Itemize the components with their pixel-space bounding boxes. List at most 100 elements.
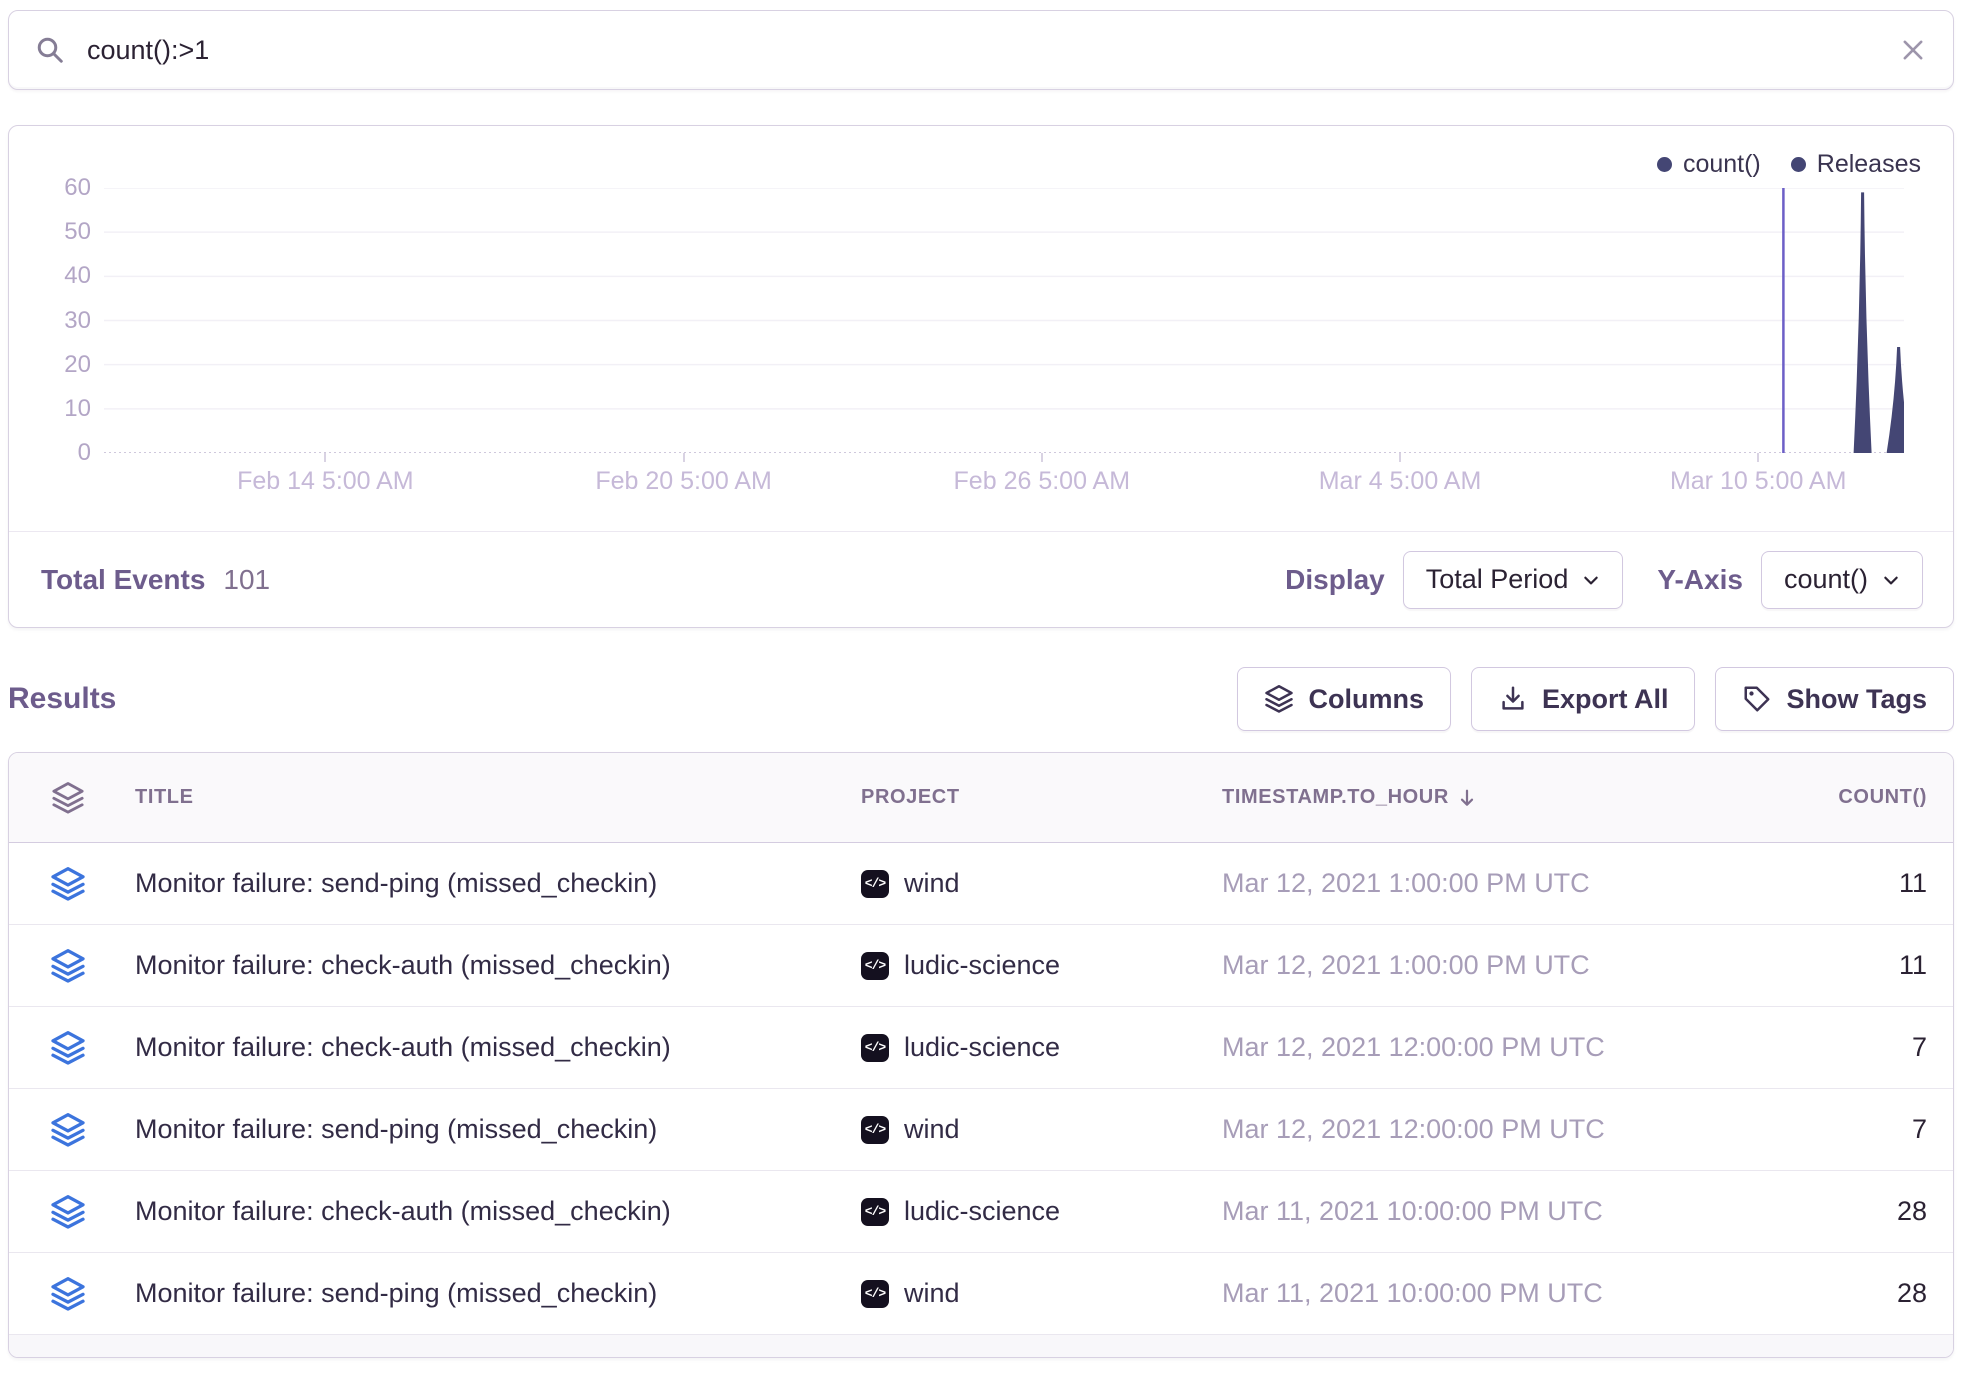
legend-label-count: count(): [1683, 150, 1761, 179]
columns-button[interactable]: Columns: [1237, 667, 1451, 731]
table-footer-strip: [9, 1335, 1953, 1357]
chart-panel: count() Releases 0102030405060 Total Eve…: [8, 125, 1954, 628]
project-platform-icon: </>: [861, 952, 889, 980]
table-header-row: TITLE PROJECT TIMESTAMP.TO_HOUR COUNT(): [9, 753, 1953, 843]
row-count: 28: [1672, 1196, 1953, 1227]
x-axis-label: Feb 20 5:00 AM: [595, 467, 772, 496]
row-project-name: ludic-science: [904, 1032, 1060, 1063]
row-title-link[interactable]: Monitor failure: check-auth (missed_chec…: [127, 1196, 861, 1227]
search-icon: [35, 35, 65, 65]
table-row[interactable]: Monitor failure: check-auth (missed_chec…: [9, 1007, 1953, 1089]
row-timestamp: Mar 12, 2021 12:00:00 PM UTC: [1222, 1032, 1672, 1063]
table-row[interactable]: Monitor failure: send-ping (missed_check…: [9, 1253, 1953, 1335]
row-title-link[interactable]: Monitor failure: send-ping (missed_check…: [127, 1114, 861, 1145]
y-axis-label: 40: [11, 262, 91, 290]
chart-footer: Total Events 101 Display Total Period Y-…: [9, 531, 1953, 627]
project-platform-icon: </>: [861, 1198, 889, 1226]
columns-button-label: Columns: [1308, 684, 1424, 715]
x-axis-tick: [324, 453, 326, 462]
column-header-project[interactable]: PROJECT: [861, 786, 1222, 809]
x-axis-tick: [1757, 453, 1759, 462]
row-count: 11: [1672, 950, 1953, 981]
row-timestamp: Mar 12, 2021 1:00:00 PM UTC: [1222, 950, 1672, 981]
column-header-count[interactable]: COUNT(): [1672, 786, 1953, 809]
row-icon-cell: [9, 866, 127, 902]
chart-canvas: [104, 188, 1904, 453]
table-row[interactable]: Monitor failure: check-auth (missed_chec…: [9, 925, 1953, 1007]
results-title: Results: [8, 682, 116, 716]
x-axis-label: Mar 10 5:00 AM: [1670, 467, 1846, 496]
x-axis-tick: [1041, 453, 1043, 462]
sort-desc-arrow-icon: [1457, 788, 1477, 808]
row-project-cell: </> ludic-science: [861, 1196, 1222, 1227]
x-axis-label: Feb 26 5:00 AM: [954, 467, 1131, 496]
yaxis-dropdown-value: count(): [1784, 564, 1868, 595]
column-header-timestamp-label: TIMESTAMP.TO_HOUR: [1222, 786, 1449, 809]
row-icon-cell: [9, 1112, 127, 1148]
y-axis: 0102030405060: [9, 126, 91, 526]
stack-icon: [50, 1194, 86, 1230]
x-axis-tick: [683, 453, 685, 462]
table-row[interactable]: Monitor failure: check-auth (missed_chec…: [9, 1171, 1953, 1253]
column-header-timestamp[interactable]: TIMESTAMP.TO_HOUR: [1222, 786, 1672, 809]
search-bar: count():>1: [8, 10, 1954, 90]
row-timestamp: Mar 12, 2021 12:00:00 PM UTC: [1222, 1114, 1672, 1145]
row-count: 7: [1672, 1114, 1953, 1145]
row-project-name: ludic-science: [904, 1196, 1060, 1227]
row-icon-cell: [9, 1276, 127, 1312]
legend-dot-releases: [1791, 157, 1806, 172]
search-input[interactable]: count():>1: [87, 35, 1899, 66]
row-timestamp: Mar 11, 2021 10:00:00 PM UTC: [1222, 1196, 1672, 1227]
display-label: Display: [1285, 564, 1385, 596]
legend-dot-count: [1657, 157, 1672, 172]
results-header: Results Columns Export All: [8, 666, 1954, 732]
chart-legend: count() Releases: [1657, 150, 1921, 179]
project-platform-icon: </>: [861, 1034, 889, 1062]
row-count: 28: [1672, 1278, 1953, 1309]
display-dropdown-value: Total Period: [1426, 564, 1569, 595]
results-table: TITLE PROJECT TIMESTAMP.TO_HOUR COUNT(): [8, 752, 1954, 1358]
y-axis-label: 30: [11, 307, 91, 335]
row-count: 11: [1672, 868, 1953, 899]
table-header-icon-cell: [9, 781, 127, 815]
legend-item-count[interactable]: count(): [1657, 150, 1761, 179]
display-dropdown[interactable]: Total Period: [1403, 551, 1624, 609]
row-timestamp: Mar 12, 2021 1:00:00 PM UTC: [1222, 868, 1672, 899]
stack-icon: [50, 1276, 86, 1312]
total-events-label: Total Events: [41, 564, 205, 596]
row-title-link[interactable]: Monitor failure: check-auth (missed_chec…: [127, 1032, 861, 1063]
export-all-button-label: Export All: [1542, 684, 1669, 715]
project-platform-icon: </>: [861, 1116, 889, 1144]
row-project-cell: </> wind: [861, 1114, 1222, 1145]
y-axis-label: 0: [11, 439, 91, 467]
x-axis-label: Feb 14 5:00 AM: [237, 467, 414, 496]
row-title-link[interactable]: Monitor failure: send-ping (missed_check…: [127, 868, 861, 899]
clear-search-icon[interactable]: [1899, 36, 1927, 64]
row-title-link[interactable]: Monitor failure: send-ping (missed_check…: [127, 1278, 861, 1309]
legend-item-releases[interactable]: Releases: [1791, 150, 1921, 179]
show-tags-button[interactable]: Show Tags: [1715, 667, 1954, 731]
row-title-link[interactable]: Monitor failure: check-auth (missed_chec…: [127, 950, 861, 981]
row-project-name: wind: [904, 868, 960, 899]
row-icon-cell: [9, 1194, 127, 1230]
row-project-name: wind: [904, 1114, 960, 1145]
row-project-cell: </> ludic-science: [861, 1032, 1222, 1063]
table-row[interactable]: Monitor failure: send-ping (missed_check…: [9, 1089, 1953, 1171]
table-row[interactable]: Monitor failure: send-ping (missed_check…: [9, 843, 1953, 925]
row-project-cell: </> wind: [861, 1278, 1222, 1309]
table-body: Monitor failure: send-ping (missed_check…: [9, 843, 1953, 1335]
x-axis-label: Mar 4 5:00 AM: [1319, 467, 1482, 496]
row-icon-cell: [9, 1030, 127, 1066]
column-header-title[interactable]: TITLE: [127, 786, 861, 809]
y-axis-label: 50: [11, 218, 91, 246]
stack-icon: [50, 1112, 86, 1148]
y-axis-label: 20: [11, 351, 91, 379]
tag-icon: [1742, 684, 1772, 714]
row-project-cell: </> wind: [861, 868, 1222, 899]
y-axis-label: 60: [11, 174, 91, 202]
yaxis-dropdown[interactable]: count(): [1761, 551, 1923, 609]
total-events-value: 101: [223, 564, 270, 596]
chevron-down-icon: [1882, 571, 1900, 589]
row-icon-cell: [9, 948, 127, 984]
export-all-button[interactable]: Export All: [1471, 667, 1696, 731]
